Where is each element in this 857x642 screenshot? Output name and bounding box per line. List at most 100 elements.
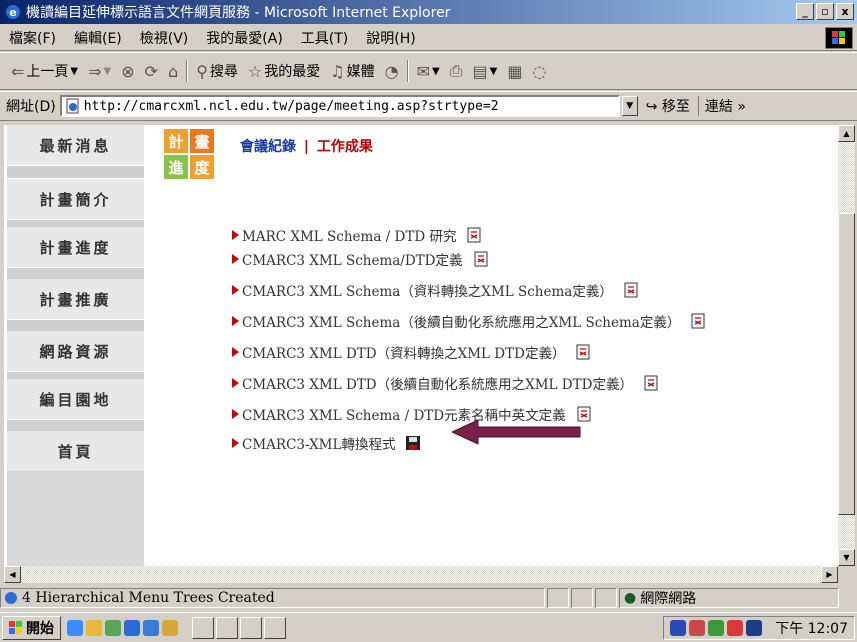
- plan-progress-logo: 計 畫 進 度: [164, 129, 228, 183]
- save-disk-icon[interactable]: [405, 435, 421, 451]
- task-button[interactable]: [264, 616, 286, 639]
- search-button[interactable]: ⚲ 搜尋: [191, 61, 243, 81]
- document-title[interactable]: MARC XML Schema / DTD 研究: [242, 225, 456, 245]
- status-text: 4 Hierarchical Menu Trees Created: [22, 590, 275, 606]
- links-button[interactable]: 連結 »: [697, 96, 752, 116]
- tray-icon[interactable]: [670, 620, 687, 636]
- mail-icon: ✉: [416, 61, 430, 81]
- zone-label: 網際網路: [640, 591, 697, 607]
- document-title[interactable]: CMARC3 XML Schema/DTD定義: [242, 249, 463, 269]
- quick-launch-icon[interactable]: [143, 619, 159, 636]
- scroll-up-button[interactable]: ▲: [838, 125, 855, 142]
- list-item[interactable]: MARC XML Schema / DTD 研究: [232, 223, 482, 247]
- tray-icon[interactable]: [746, 620, 763, 636]
- media-button[interactable]: ♫ 媒體: [325, 61, 379, 81]
- document-title[interactable]: CMARC3 XML Schema（後續自動化系統應用之XML Schema定義…: [242, 311, 680, 331]
- address-bar: 網址(D) http://cmarcxml.ncl.edu.tw/page/me…: [0, 91, 857, 121]
- tab-work-results[interactable]: 工作成果: [317, 139, 373, 155]
- mail-button[interactable]: ✉ ▼: [412, 62, 445, 81]
- list-item[interactable]: CMARC3 XML DTD（後續自動化系統應用之XML DTD定義）: [232, 371, 659, 395]
- forward-button[interactable]: ⇒ ▼: [83, 62, 116, 81]
- history-button[interactable]: ◔: [380, 62, 404, 81]
- status-pane: [571, 588, 593, 608]
- menu-view[interactable]: 檢視(V): [131, 28, 198, 48]
- quick-launch-icon[interactable]: [105, 619, 121, 636]
- messenger-icon: ◌: [532, 61, 547, 81]
- stop-icon: ⊗: [121, 61, 135, 81]
- sidebar-item-promotion[interactable]: 計畫推廣: [7, 279, 144, 319]
- document-title[interactable]: CMARC3 XML DTD（後續自動化系統應用之XML DTD定義）: [242, 373, 633, 393]
- start-button[interactable]: 開始: [2, 615, 61, 640]
- close-button[interactable]: x: [836, 3, 854, 20]
- discuss-button[interactable]: ▦: [502, 62, 527, 81]
- sidebar-item-progress[interactable]: 計畫進度: [7, 227, 144, 267]
- pdf-icon[interactable]: [473, 251, 489, 267]
- tray-icon[interactable]: [727, 620, 744, 636]
- toolbar: ⇐ 上一頁 ▼ ⇒ ▼ ⊗ ⟳ ⌂ ⚲ 搜尋 ☆ 我的最愛 ♫ 媒體 ◔ ✉ ▼ …: [0, 52, 857, 90]
- task-button[interactable]: [240, 616, 262, 639]
- print-button[interactable]: ⎙: [445, 61, 468, 81]
- pdf-icon[interactable]: [623, 282, 639, 298]
- toolbar-separator: [186, 60, 189, 82]
- list-item[interactable]: CMARC3 XML Schema（後續自動化系統應用之XML Schema定義…: [232, 309, 706, 333]
- start-label: 開始: [26, 620, 54, 637]
- sidebar-item-home[interactable]: 首頁: [7, 431, 144, 471]
- pdf-icon[interactable]: [466, 227, 482, 243]
- quick-launch-icon[interactable]: [86, 619, 102, 636]
- refresh-button[interactable]: ⟳: [140, 62, 163, 81]
- list-item[interactable]: CMARC3 XML DTD（資料轉換之XML DTD定義）: [232, 340, 591, 364]
- menu-help[interactable]: 說明(H): [357, 28, 424, 48]
- menu-edit[interactable]: 編輯(E): [65, 28, 131, 48]
- page-done-icon: [5, 592, 17, 604]
- tray-icon[interactable]: [708, 620, 725, 636]
- document-title[interactable]: CMARC3-XML轉換程式: [242, 433, 395, 453]
- list-item[interactable]: CMARC3 XML Schema（資料轉換之XML Schema定義）: [232, 278, 639, 302]
- vertical-scrollbar[interactable]: ▲ ▼: [838, 125, 855, 582]
- sidebar-item-intro[interactable]: 計畫簡介: [7, 179, 144, 219]
- scroll-thumb[interactable]: [838, 213, 855, 515]
- scroll-left-button[interactable]: ◀: [4, 566, 21, 583]
- pdf-icon[interactable]: [643, 375, 659, 391]
- sidebar-item-cataloging[interactable]: 編目園地: [7, 379, 144, 419]
- quick-launch-icon[interactable]: [124, 619, 140, 636]
- task-button[interactable]: [192, 616, 214, 639]
- status-text-pane: 4 Hierarchical Menu Trees Created: [0, 588, 545, 608]
- menu-file[interactable]: 檔案(F): [0, 28, 65, 48]
- scrollbar-corner: [838, 566, 855, 583]
- tab-meeting-records[interactable]: 會議紀錄: [240, 139, 296, 155]
- tray-icon[interactable]: [689, 620, 706, 636]
- window-title: 機讀編目延伸標示語言文件網頁服務 - Microsoft Internet Ex…: [26, 5, 451, 21]
- scroll-down-button[interactable]: ▼: [838, 549, 855, 566]
- maximize-button[interactable]: ▫: [816, 3, 834, 20]
- go-button[interactable]: ↪ 移至: [638, 96, 698, 116]
- menu-tools[interactable]: 工具(T): [292, 28, 357, 48]
- back-button[interactable]: ⇐ 上一頁 ▼: [6, 61, 83, 81]
- scroll-right-button[interactable]: ▶: [821, 566, 838, 583]
- sidebar-item-news[interactable]: 最新消息: [7, 125, 144, 165]
- horizontal-scrollbar[interactable]: ◀ ▶: [4, 566, 838, 583]
- task-button[interactable]: [216, 616, 238, 639]
- document-title[interactable]: CMARC3 XML Schema（資料轉換之XML Schema定義）: [242, 280, 613, 300]
- sidebar-item-resources[interactable]: 網路資源: [7, 331, 144, 371]
- pdf-icon[interactable]: [690, 313, 706, 329]
- messenger-button[interactable]: ◌: [527, 62, 551, 81]
- quick-launch-icon[interactable]: [162, 619, 178, 636]
- favorites-button[interactable]: ☆ 我的最愛: [243, 61, 325, 81]
- back-arrow-icon: ⇐: [11, 61, 25, 81]
- menu-favorites[interactable]: 我的最愛(A): [197, 28, 292, 48]
- list-item[interactable]: CMARC3-XML轉換程式: [232, 431, 421, 455]
- pdf-icon[interactable]: [575, 344, 591, 360]
- home-button[interactable]: ⌂: [163, 62, 183, 81]
- stop-button[interactable]: ⊗: [116, 62, 139, 81]
- address-dropdown-button[interactable]: ▼: [621, 96, 638, 116]
- address-input[interactable]: http://cmarcxml.ncl.edu.tw/page/meeting.…: [59, 95, 620, 117]
- edit-button[interactable]: ▤ ▼: [467, 62, 502, 81]
- taskbar: 開始 下午 12:07: [0, 612, 857, 642]
- media-icon: ♫: [330, 61, 345, 81]
- document-title[interactable]: CMARC3 XML DTD（資料轉換之XML DTD定義）: [242, 342, 565, 362]
- quick-launch-icon[interactable]: [67, 619, 83, 636]
- minimize-button[interactable]: _: [796, 3, 814, 20]
- home-icon: ⌂: [168, 61, 179, 81]
- logo-char: 進: [164, 155, 188, 179]
- list-item[interactable]: CMARC3 XML Schema/DTD定義: [232, 247, 489, 271]
